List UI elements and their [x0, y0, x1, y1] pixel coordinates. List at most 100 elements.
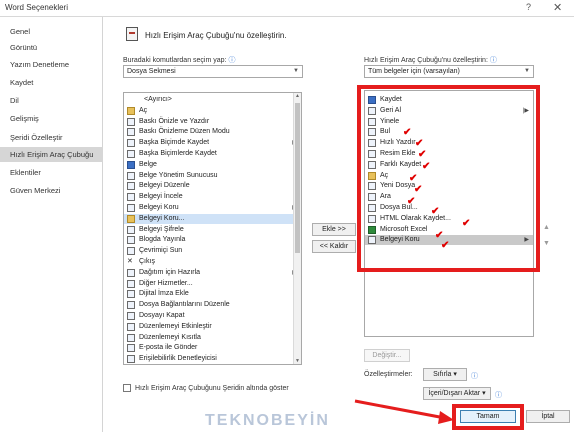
command-label: Dijital İmza Ekle — [139, 290, 189, 298]
available-command-item[interactable]: Belgeyi İncele — [124, 192, 301, 202]
command-label: Belgeyi Koru — [139, 204, 179, 211]
command-icon — [127, 322, 135, 331]
scroll-thumb[interactable] — [295, 103, 300, 253]
command-icon — [127, 312, 135, 320]
info-icon: ⓘ — [489, 57, 497, 64]
highlight-box — [357, 85, 540, 272]
available-command-item[interactable]: Erişilebilirlik Denetleyicisi — [124, 354, 301, 364]
command-label: <Ayırıcı> — [144, 96, 172, 103]
available-command-item[interactable]: ✕ Çıkış — [124, 257, 301, 267]
choose-commands-label-text: Buradaki komutlardan seçim yap: — [123, 57, 227, 64]
available-command-item[interactable]: Çevrimiçi Sun — [124, 246, 301, 256]
available-command-item[interactable]: Diğer Hizmetler... — [124, 279, 301, 289]
folder-icon — [127, 214, 135, 223]
show-below-ribbon-checkbox[interactable] — [123, 384, 131, 392]
remove-button[interactable]: << Kaldır — [312, 240, 356, 253]
toolbar-scope-dropdown[interactable]: Tüm belgeler için (varsayılan) ▼ — [364, 65, 534, 78]
modify-button[interactable]: Değiştir... — [364, 349, 410, 362]
available-command-item[interactable]: Dosya Bağlantılarını Düzenle — [124, 300, 301, 310]
command-icon — [127, 160, 135, 169]
command-icon — [127, 128, 135, 137]
available-command-item[interactable]: Belgeyi Şifrele — [124, 225, 301, 235]
customize-toolbar-label-text: Hızlı Erişim Araç Çubuğu'nu özelleştirin… — [364, 57, 488, 64]
nav-item-customize-ribbon[interactable]: Şeridi Özelleştir — [0, 130, 103, 145]
help-icon[interactable]: ? — [526, 2, 531, 12]
available-command-item[interactable]: Belge — [124, 160, 301, 170]
watermark: TEKNOBEYİN — [205, 412, 330, 429]
available-commands-list[interactable]: <Ayırıcı> Aç Baskı Önizle ve Yazdır Baskı Ö… — [123, 92, 302, 365]
available-command-item[interactable]: Dağıtım için Hazırla▶ — [124, 268, 301, 278]
info-icon: ⓘ — [471, 373, 478, 380]
command-label: Baskı Önizleme Düzen Modu — [139, 128, 230, 136]
nav-item-display[interactable]: Görüntü — [0, 40, 103, 55]
toolbar-scope-value: Tüm belgeler için (varsayılan) — [368, 68, 460, 75]
command-label: Dağıtım için Hazırla — [139, 268, 201, 276]
available-command-item[interactable]: Başka Biçimlerde Kaydet — [124, 149, 301, 159]
move-down-icon[interactable]: ▼ — [543, 240, 550, 247]
commands-source-dropdown[interactable]: Dosya Sekmesi ▼ — [123, 65, 303, 78]
nav-item-addins[interactable]: Eklentiler — [0, 165, 103, 180]
options-nav: Genel Görüntü Yazım Denetleme Kaydet Dil… — [0, 17, 103, 432]
command-label: Belgeyi Şifrele — [139, 225, 184, 233]
window-title: Word Seçenekleri — [5, 3, 68, 12]
quick-access-toolbar-icon — [126, 27, 138, 41]
show-below-ribbon-label: Hızlı Erişim Araç Çubuğunu Şeridin altın… — [135, 385, 289, 392]
available-command-item[interactable]: <Ayırıcı> — [124, 95, 301, 105]
nav-item-advanced[interactable]: Gelişmiş — [0, 111, 103, 126]
left-list-scrollbar[interactable]: ▲ ▼ — [293, 93, 301, 364]
available-command-item[interactable]: Belge Yönetim Sunucusu — [124, 171, 301, 181]
available-command-item[interactable]: Dijital İmza Ekle — [124, 289, 301, 299]
command-label: Dosyayı Kapat — [139, 312, 185, 319]
move-up-icon[interactable]: ▲ — [543, 224, 550, 231]
ok-button[interactable]: Tamam — [460, 410, 516, 423]
available-command-item[interactable]: Belgeyi Düzenle — [124, 181, 301, 191]
command-label: Başka Biçimde Kaydet — [139, 139, 210, 147]
command-icon — [127, 171, 135, 180]
available-command-item[interactable]: Baskı Önizle ve Yazdır — [124, 117, 301, 127]
chevron-down-icon: ▼ — [524, 68, 530, 74]
customize-toolbar-label: Hızlı Erişim Araç Çubuğu'nu özelleştirin… — [364, 55, 497, 65]
available-command-item[interactable]: Düzenlemeyi Kısıtla — [124, 333, 301, 343]
nav-item-language[interactable]: Dil — [0, 93, 103, 108]
command-label: Belgeyi Düzenle — [139, 182, 190, 190]
command-icon — [127, 279, 135, 288]
command-icon — [127, 236, 135, 245]
available-command-item[interactable]: Dosyayı Kapat — [124, 311, 301, 321]
command-label: Belge — [139, 160, 157, 168]
available-command-item[interactable]: Baskı Önizleme Düzen Modu — [124, 127, 301, 137]
nav-item-proofing[interactable]: Yazım Denetleme — [0, 57, 103, 72]
scroll-down-icon[interactable]: ▼ — [295, 358, 300, 364]
command-label: Blogda Yayınla — [139, 236, 186, 244]
reset-button[interactable]: Sıfırla ▾ — [423, 368, 467, 381]
command-icon — [127, 117, 135, 126]
available-command-item[interactable]: Belgeyi Koru... — [124, 213, 301, 224]
title-bar: Word Seçenekleri ? ✕ — [0, 0, 574, 17]
command-icon — [127, 150, 135, 158]
nav-item-save[interactable]: Kaydet — [0, 75, 103, 90]
command-label: E-posta ile Gönder — [139, 344, 198, 352]
nav-item-trust-center[interactable]: Güven Merkezi — [0, 183, 103, 198]
command-label: Düzenlemeyi Kısıtla — [139, 333, 201, 341]
available-command-item[interactable]: Belgeyi Koru▶ — [124, 203, 301, 213]
available-command-item[interactable]: Blogda Yayınla — [124, 235, 301, 245]
command-icon — [127, 193, 135, 202]
scroll-up-icon[interactable]: ▲ — [295, 93, 300, 99]
available-command-item[interactable]: E-posta ile Gönder — [124, 343, 301, 353]
nav-item-quick-access-toolbar[interactable]: Hızlı Erişim Araç Çubuğu — [0, 147, 103, 162]
close-icon[interactable]: ✕ — [553, 1, 562, 14]
command-icon — [127, 301, 135, 310]
command-label: Belgeyi İncele — [139, 193, 183, 201]
command-label: Düzenlemeyi Etkinleştir — [139, 322, 212, 330]
command-label: Erişilebilirlik Denetleyicisi — [139, 355, 217, 363]
command-icon — [127, 225, 135, 234]
cancel-button[interactable]: İptal — [526, 410, 570, 423]
commands-source-value: Dosya Sekmesi — [127, 68, 176, 75]
nav-item-general[interactable]: Genel — [0, 24, 103, 39]
available-command-item[interactable]: Düzenlemeyi Etkinleştir — [124, 322, 301, 332]
available-command-item[interactable]: Başka Biçimde Kaydet▶ — [124, 138, 301, 148]
available-command-item[interactable]: Aç — [124, 106, 301, 116]
folder-icon — [127, 106, 135, 115]
add-button[interactable]: Ekle >> — [312, 223, 356, 236]
command-icon — [127, 139, 135, 148]
command-icon — [127, 247, 135, 256]
